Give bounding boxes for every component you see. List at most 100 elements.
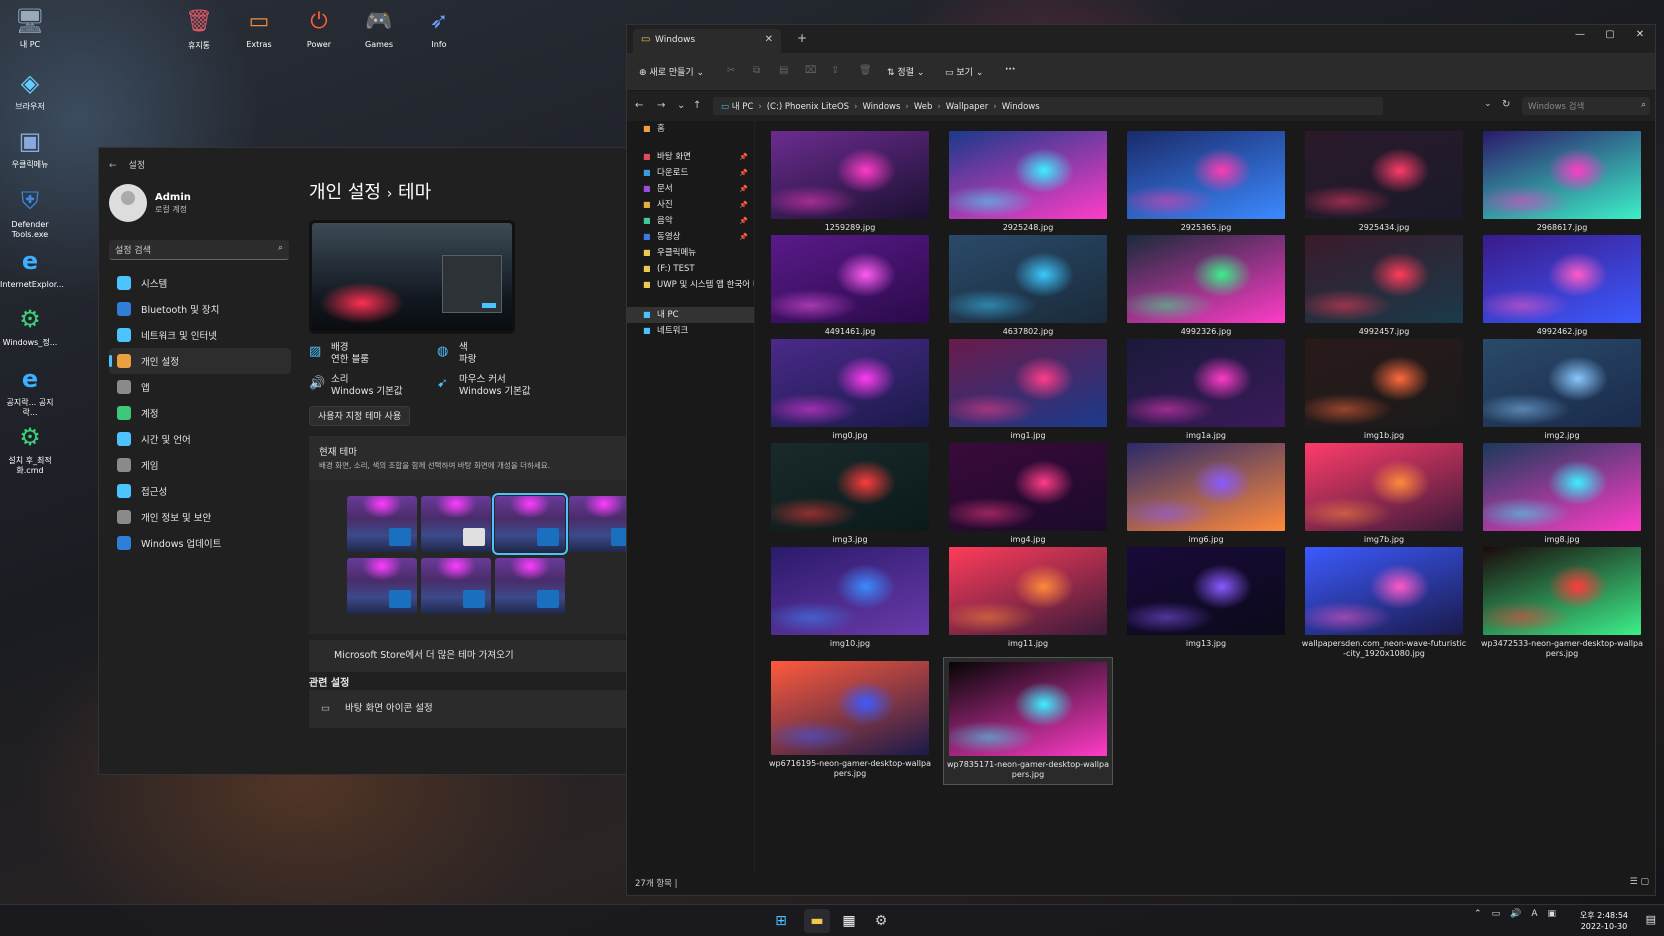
new-tab-button[interactable]: +: [797, 31, 807, 45]
theme-thumb[interactable]: [495, 558, 565, 614]
file-item[interactable]: img6.jpg: [1121, 443, 1291, 545]
file-item[interactable]: img0.jpg: [765, 339, 935, 441]
sort-button[interactable]: ⇅ 정렬 ⌄: [887, 65, 924, 78]
pin-icon[interactable]: 📌: [739, 213, 748, 229]
file-item[interactable]: 2925434.jpg: [1299, 131, 1469, 233]
forward-arrow-icon[interactable]: →: [657, 100, 665, 111]
theme-thumb[interactable]: [347, 496, 417, 552]
file-item[interactable]: 4491461.jpg: [765, 235, 935, 337]
theme-thumb[interactable]: [421, 558, 491, 614]
recent-dropdown-icon[interactable]: ⌄: [677, 100, 685, 111]
breadcrumb-segment[interactable]: (C:) Phoenix LiteOS: [767, 102, 849, 112]
desktop-icon-ie[interactable]: e InternetExplor...: [0, 244, 64, 290]
more-button[interactable]: ···: [1005, 65, 1015, 75]
desktop-icon-games[interactable]: 🎮 Games: [360, 4, 398, 52]
back-arrow-icon[interactable]: ←: [109, 161, 117, 171]
breadcrumb-parent[interactable]: 개인 설정: [309, 182, 381, 203]
file-item[interactable]: 2968617.jpg: [1477, 131, 1647, 233]
view-toggle-icons[interactable]: ☰ ▢: [1630, 877, 1649, 887]
file-item[interactable]: img3.jpg: [765, 443, 935, 545]
pin-icon[interactable]: 📌: [739, 229, 748, 245]
language-icon[interactable]: A: [1531, 909, 1537, 919]
store-themes-link[interactable]: Microsoft Store에서 더 많은 테마 가져오기: [309, 640, 627, 672]
settings-icon[interactable]: ⚙: [868, 909, 894, 933]
rename-icon[interactable]: ⌧: [805, 65, 817, 76]
file-item[interactable]: img7b.jpg: [1299, 443, 1469, 545]
file-item[interactable]: wallpapersden.com_neon-wave-futuristic-c…: [1299, 547, 1469, 659]
file-item[interactable]: 4992462.jpg: [1477, 235, 1647, 337]
file-item[interactable]: 4992457.jpg: [1299, 235, 1469, 337]
breadcrumb-segment[interactable]: Windows: [1002, 102, 1040, 112]
option-sound[interactable]: 🔊 소리 Windows 기본값: [309, 374, 403, 398]
desktop-icon-notice[interactable]: e 공지락... 공지락...: [0, 362, 60, 418]
pin-icon[interactable]: 📌: [739, 197, 748, 213]
nav-item-0[interactable]: 시스템: [109, 270, 291, 296]
sidebar-item[interactable]: ■ 우클릭메뉴: [627, 245, 754, 261]
chevron-up-icon[interactable]: ⌃: [1474, 909, 1482, 919]
file-item[interactable]: 4992326.jpg: [1121, 235, 1291, 337]
breadcrumb-segment[interactable]: Web: [914, 102, 933, 112]
paste-icon[interactable]: ▤: [779, 65, 788, 76]
nav-item-7[interactable]: 게임: [109, 452, 291, 478]
custom-theme-button[interactable]: 사용자 지정 테마 사용: [309, 406, 411, 426]
sidebar-item[interactable]: ■ 내 PC: [627, 307, 754, 323]
maximize-icon[interactable]: ▢: [1595, 25, 1625, 45]
theme-thumb[interactable]: [569, 496, 627, 552]
current-theme-header[interactable]: 현재 테마 배경 화면, 소리, 색의 조합을 함께 선택하여 바탕 화면에 개성…: [309, 436, 627, 480]
desktop-icon-mypc[interactable]: 🖥 내 PC: [0, 4, 60, 50]
store-icon[interactable]: ▦: [836, 909, 862, 933]
desktop-icon-windows-settings[interactable]: ⚙ Windows_정...: [0, 302, 60, 348]
pin-icon[interactable]: 📌: [739, 181, 748, 197]
nav-item-6[interactable]: 시간 및 언어: [109, 426, 291, 452]
avatar[interactable]: [109, 184, 147, 222]
chevron-down-icon[interactable]: ⌄: [1484, 99, 1492, 109]
search-input[interactable]: Windows 검색 ⌕: [1522, 97, 1650, 115]
nav-item-9[interactable]: 개인 정보 및 보안: [109, 504, 291, 530]
file-item[interactable]: img13.jpg: [1121, 547, 1291, 649]
sidebar-item[interactable]: ■ (F:) TEST: [627, 261, 754, 277]
file-item[interactable]: img1.jpg: [943, 339, 1113, 441]
share-icon[interactable]: ⇪: [831, 65, 839, 76]
option-color[interactable]: ◍ 색 파랑: [437, 342, 476, 366]
nav-item-5[interactable]: 계정: [109, 400, 291, 426]
sidebar-item[interactable]: ■ 바탕 화면 📌: [627, 149, 754, 165]
breadcrumb-segment[interactable]: Wallpaper: [946, 102, 989, 112]
copy-icon[interactable]: ⧉: [753, 65, 760, 76]
volume-icon[interactable]: 🔊: [1510, 909, 1521, 919]
tab-windows[interactable]: ▭ Windows ✕: [633, 29, 781, 53]
cut-icon[interactable]: ✂: [727, 65, 735, 76]
file-item[interactable]: 2925365.jpg: [1121, 131, 1291, 233]
nav-item-2[interactable]: 네트워크 및 인터넷: [109, 322, 291, 348]
nav-item-8[interactable]: 접근성: [109, 478, 291, 504]
file-item[interactable]: img10.jpg: [765, 547, 935, 649]
file-item[interactable]: 2925248.jpg: [943, 131, 1113, 233]
file-item[interactable]: wp3472533-neon-gamer-desktop-wallpapers.…: [1477, 547, 1647, 659]
settings-search-input[interactable]: 설정 검색 ⌕: [109, 240, 289, 260]
desktop-icon-optimize[interactable]: ⚙ 설치 후_최적화.cmd: [0, 420, 60, 476]
new-button[interactable]: ⊕ 새로 만들기 ⌄: [639, 65, 704, 78]
file-item[interactable]: 4637802.jpg: [943, 235, 1113, 337]
option-mouse-cursor[interactable]: ➹ 마우스 커서 Windows 기본값: [437, 374, 531, 398]
clock[interactable]: 오후 2:48:54 2022-10-30: [1580, 910, 1628, 932]
start-icon[interactable]: ⊞: [768, 909, 794, 933]
ime-icon[interactable]: ▣: [1547, 909, 1556, 919]
sidebar-item[interactable]: ■ 문서 📌: [627, 181, 754, 197]
pin-icon[interactable]: 📌: [739, 149, 748, 165]
pin-icon[interactable]: 📌: [739, 165, 748, 181]
sidebar-item[interactable]: ■ 홈: [627, 121, 754, 137]
up-arrow-icon[interactable]: ↑: [693, 100, 701, 111]
minimize-icon[interactable]: —: [1565, 25, 1595, 45]
sidebar-item[interactable]: ■ 다운로드 📌: [627, 165, 754, 181]
file-item[interactable]: img4.jpg: [943, 443, 1113, 545]
close-window-icon[interactable]: ✕: [1625, 25, 1655, 45]
sidebar-item[interactable]: ■ 동영상 📌: [627, 229, 754, 245]
sidebar-item[interactable]: ■ 사진 📌: [627, 197, 754, 213]
sidebar-item[interactable]: ■ 음악 📌: [627, 213, 754, 229]
desktop-icon-defender[interactable]: ⛨ Defender Tools.exe: [0, 184, 60, 240]
notification-icon[interactable]: ▤: [1646, 913, 1656, 926]
desktop-icon-power[interactable]: ⏻ Power: [300, 4, 338, 52]
network-icon[interactable]: ▭: [1492, 909, 1501, 919]
option-background[interactable]: ▨ 배경 연한 블룸: [309, 342, 369, 366]
view-button[interactable]: ▭ 보기 ⌄: [945, 65, 983, 78]
nav-item-10[interactable]: Windows 업데이트: [109, 530, 291, 556]
